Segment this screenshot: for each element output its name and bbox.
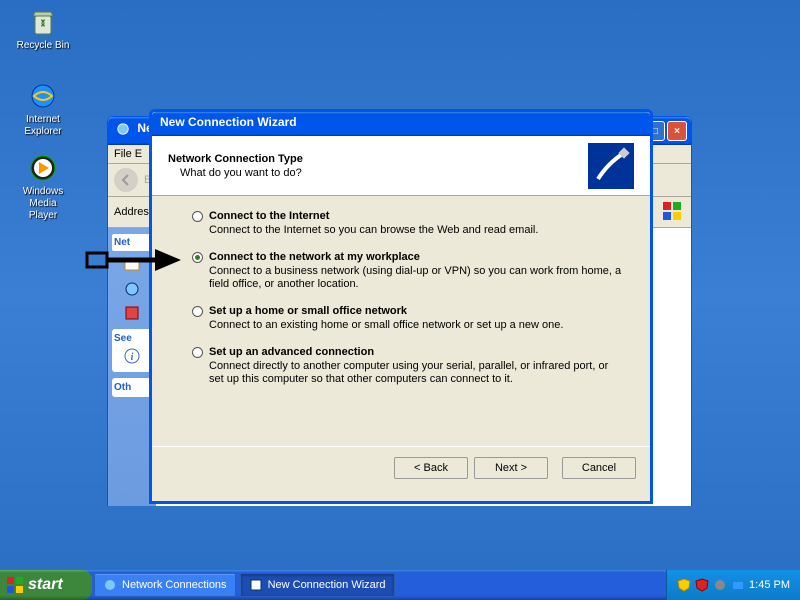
- svg-text:i: i: [131, 352, 134, 363]
- taskbar-item-wizard[interactable]: New Connection Wizard: [240, 573, 395, 597]
- wmp-icon: [27, 152, 59, 184]
- option-home-office[interactable]: Set up a home or small office network Co…: [192, 305, 622, 332]
- desktop-icon-label: Recycle Bin: [8, 40, 78, 52]
- start-label: start: [28, 576, 63, 594]
- system-tray[interactable]: 1:45 PM: [666, 570, 800, 600]
- sidebar-icon-3[interactable]: [122, 303, 142, 323]
- network-icon: [116, 122, 130, 136]
- cancel-button[interactable]: Cancel: [562, 457, 636, 479]
- desktop-icon-label: InternetExplorer: [8, 114, 78, 138]
- wizard-header-title: Network Connection Type: [168, 153, 303, 165]
- cable-icon: [588, 143, 634, 189]
- taskbar-item-network-connections[interactable]: Network Connections: [94, 573, 236, 597]
- shield-yellow-icon: [677, 578, 691, 592]
- option-description: Connect to the Internet so you can brows…: [209, 224, 622, 237]
- wizard-titlebar[interactable]: New Connection Wizard: [152, 112, 650, 136]
- taskbar: start Network Connections New Connection…: [0, 570, 800, 600]
- wizard-icon: [249, 578, 263, 592]
- radio-button-selected[interactable]: [192, 252, 203, 263]
- option-connect-internet[interactable]: Connect to the Internet Connect to the I…: [192, 210, 622, 237]
- windows-flag-icon: [661, 200, 685, 224]
- radio-button[interactable]: [192, 347, 203, 358]
- wizard-header: Network Connection Type What do you want…: [152, 136, 650, 196]
- desktop-icon-wmp[interactable]: Windows MediaPlayer: [8, 152, 78, 222]
- option-advanced[interactable]: Set up an advanced connection Connect di…: [192, 346, 622, 386]
- desktop-icon-recycle-bin[interactable]: Recycle Bin: [8, 6, 78, 52]
- desktop-icon-label: Windows MediaPlayer: [8, 186, 78, 222]
- wizard-header-subtitle: What do you want to do?: [180, 167, 303, 179]
- option-description: Connect directly to another computer usi…: [209, 360, 622, 386]
- wizard-footer: < Back Next > Cancel: [152, 446, 650, 489]
- annotation-arrow: [85, 245, 185, 275]
- back-button[interactable]: [114, 168, 138, 192]
- recycle-bin-icon: [27, 6, 59, 38]
- back-arrow-icon: [119, 173, 133, 187]
- back-button[interactable]: < Back: [394, 457, 468, 479]
- close-button[interactable]: ×: [667, 121, 687, 141]
- option-connect-workplace[interactable]: Connect to the network at my workplace C…: [192, 251, 622, 291]
- network-icon: [103, 578, 117, 592]
- windows-logo-icon: [6, 576, 24, 594]
- option-description: Connect to a business network (using dia…: [209, 265, 622, 291]
- wizard-body: Connect to the Internet Connect to the I…: [152, 196, 650, 446]
- new-connection-wizard-dialog: New Connection Wizard Network Connection…: [149, 109, 653, 504]
- clock: 1:45 PM: [749, 579, 790, 591]
- taskbar-item-label: Network Connections: [122, 579, 227, 591]
- sidebar-icon-2[interactable]: [122, 279, 142, 299]
- shield-red-icon: [695, 578, 709, 592]
- option-description: Connect to an existing home or small off…: [209, 319, 622, 332]
- desktop-icon-internet-explorer[interactable]: InternetExplorer: [8, 80, 78, 138]
- start-button[interactable]: start: [0, 570, 92, 600]
- tray-icon-3: [713, 578, 727, 592]
- see-also-panel[interactable]: See i: [112, 329, 152, 372]
- tray-icon-4: [731, 578, 745, 592]
- internet-explorer-icon: [27, 80, 59, 112]
- other-places-panel[interactable]: Oth: [112, 378, 152, 397]
- radio-button[interactable]: [192, 306, 203, 317]
- radio-button[interactable]: [192, 211, 203, 222]
- info-icon: i: [124, 348, 140, 364]
- taskbar-item-label: New Connection Wizard: [268, 579, 386, 591]
- next-button[interactable]: Next >: [474, 457, 548, 479]
